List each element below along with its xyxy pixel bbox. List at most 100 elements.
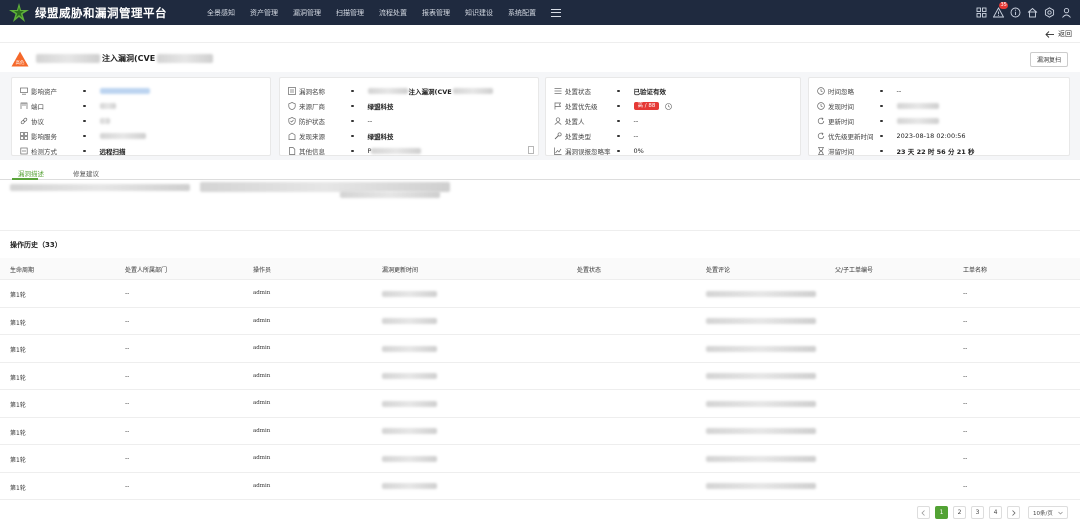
clock-icon bbox=[817, 87, 825, 95]
copy-icon[interactable] bbox=[528, 146, 534, 154]
cell-dept: -- bbox=[125, 427, 130, 435]
info-row-found-time: 发现时间 bbox=[817, 101, 939, 111]
cell-operator: admin bbox=[253, 482, 271, 489]
cell-dept: -- bbox=[125, 372, 130, 380]
redacted-text bbox=[99, 103, 116, 109]
user-icon bbox=[554, 117, 562, 125]
table-row[interactable]: 第1轮 -- admin -- bbox=[0, 363, 1080, 390]
nav-item-scan[interactable]: 扫描管理 bbox=[336, 8, 364, 18]
nav-item-knowledge[interactable]: 知识建设 bbox=[465, 8, 493, 18]
arrow-left-icon bbox=[1045, 30, 1054, 38]
home-icon[interactable] bbox=[1027, 7, 1038, 18]
separator-dot bbox=[351, 89, 354, 93]
nav-item-workflow[interactable]: 流程处置 bbox=[379, 8, 407, 18]
info-row-detect-method: 检测方式 远程扫描 bbox=[20, 146, 126, 156]
nav-item-reports[interactable]: 报表管理 bbox=[422, 8, 450, 18]
cell-comment bbox=[706, 373, 816, 380]
info-row-priority: 处置优先级 高 / 88 bbox=[554, 101, 673, 111]
table-row[interactable]: 第1轮 -- admin -- bbox=[0, 390, 1080, 418]
flag-icon bbox=[554, 102, 562, 110]
tab-fix-advice[interactable]: 修复建议 bbox=[73, 168, 99, 178]
table-row[interactable]: 第1轮 -- admin -- bbox=[0, 335, 1080, 363]
detail-tabs: 漏洞描述 修复建议 bbox=[0, 166, 1080, 180]
separator-dot bbox=[880, 89, 883, 93]
shield-icon bbox=[288, 102, 296, 110]
redacted-text bbox=[340, 191, 440, 198]
vuln-info-area: 影响资产 端口 协议 影响服务 检测方式 远程扫描 漏洞名称 注入漏洞(CVE … bbox=[0, 72, 1080, 160]
priority-badge: 高 / 88 bbox=[633, 102, 660, 110]
page-button[interactable]: 2 bbox=[953, 506, 966, 519]
column-header: 操作员 bbox=[253, 267, 272, 274]
separator-dot bbox=[880, 104, 883, 108]
list-icon bbox=[288, 87, 296, 95]
cell-cycle: 第1轮 bbox=[10, 374, 26, 382]
table-row[interactable]: 第1轮 -- admin -- bbox=[0, 308, 1080, 335]
ignore-time-value: -- bbox=[896, 87, 902, 95]
false-positive-value: 0% bbox=[633, 147, 644, 155]
rescan-vuln-button[interactable]: 漏洞复扫 bbox=[1029, 52, 1068, 67]
table-row[interactable]: 第1轮 -- admin -- bbox=[0, 473, 1080, 500]
info-row-vendor: 来源厂商 绿盟科技 bbox=[288, 101, 394, 111]
main-nav: 全景感知 资产管理 漏洞管理 扫描管理 流程处置 报表管理 知识建设 系统配置 bbox=[207, 0, 561, 25]
page-size-label: 10条/页 bbox=[1033, 510, 1053, 517]
clock-icon bbox=[817, 102, 825, 110]
priority-update-value: 2023-08-18 02:00:56 bbox=[896, 132, 966, 140]
refresh-icon bbox=[817, 117, 825, 125]
cell-cycle: 第1轮 bbox=[10, 292, 26, 299]
hamburger-menu-icon[interactable] bbox=[551, 8, 561, 17]
redacted-text bbox=[896, 118, 939, 124]
page-button[interactable]: 4 bbox=[989, 506, 1002, 519]
info-row-vuln-name: 漏洞名称 注入漏洞(CVE bbox=[288, 86, 493, 96]
cell-cycle: 第1轮 bbox=[10, 402, 26, 409]
next-page-button[interactable] bbox=[1007, 506, 1020, 519]
cell-update-time bbox=[382, 428, 437, 435]
cell-dept: -- bbox=[125, 345, 130, 352]
info-row-port: 端口 bbox=[20, 101, 116, 111]
alert-button[interactable]: 35 bbox=[992, 2, 1009, 18]
cell-dept: -- bbox=[125, 290, 130, 297]
separator-dot bbox=[83, 119, 86, 123]
info-label: 协议 bbox=[31, 118, 44, 126]
nav-item-system[interactable]: 系统配置 bbox=[508, 8, 536, 18]
page-size-select[interactable]: 10条/页 bbox=[1028, 506, 1068, 519]
refresh-icon bbox=[817, 132, 825, 140]
table-row[interactable]: 第1轮 -- admin -- bbox=[0, 445, 1080, 473]
apps-grid-icon[interactable] bbox=[976, 7, 987, 18]
page-button[interactable]: 3 bbox=[971, 506, 984, 519]
info-label: 检测方式 bbox=[31, 148, 57, 156]
separator-dot bbox=[351, 104, 354, 108]
cell-dept: -- bbox=[125, 482, 130, 490]
history-title: 操作历史（33） bbox=[10, 241, 62, 249]
settings-gear-icon[interactable] bbox=[1044, 7, 1055, 18]
back-button[interactable]: 返回 bbox=[1045, 29, 1072, 39]
nav-item-vulns[interactable]: 漏洞管理 bbox=[293, 8, 321, 18]
cell-comment bbox=[706, 345, 816, 352]
nav-item-overview[interactable]: 全景感知 bbox=[207, 8, 235, 18]
prev-page-button[interactable] bbox=[917, 506, 930, 519]
topbar-actions: 35 bbox=[970, 0, 1072, 25]
info-icon[interactable] bbox=[1010, 7, 1021, 18]
cell-cycle: 第1轮 bbox=[10, 457, 26, 464]
redacted-text bbox=[706, 400, 816, 407]
high-risk-level-icon: 高危 bbox=[11, 51, 29, 67]
scan-icon bbox=[20, 147, 28, 155]
table-row[interactable]: 第1轮 -- admin -- bbox=[0, 418, 1080, 445]
status-value: 已验证有效 bbox=[633, 88, 667, 96]
user-avatar-icon[interactable] bbox=[1061, 7, 1072, 18]
nav-item-assets[interactable]: 资产管理 bbox=[250, 8, 278, 18]
app-title: 绿盟威胁和漏洞管理平台 bbox=[35, 6, 167, 20]
vuln-title: 注入漏洞(CVE bbox=[36, 53, 214, 64]
redacted-text[interactable] bbox=[99, 88, 150, 94]
cell-ticket-name: -- bbox=[963, 345, 968, 352]
redacted-text bbox=[99, 118, 110, 124]
cell-ticket-name: -- bbox=[963, 455, 968, 462]
column-header: 工单名称 bbox=[963, 267, 988, 274]
top-navbar: 绿盟威胁和漏洞管理平台 全景感知 资产管理 漏洞管理 扫描管理 流程处置 报表管… bbox=[0, 0, 1080, 25]
page-button[interactable]: 1 bbox=[935, 506, 948, 519]
clock-icon[interactable] bbox=[665, 102, 673, 110]
redacted-text bbox=[452, 88, 493, 94]
table-row[interactable]: 第1轮 -- admin -- bbox=[0, 280, 1080, 308]
back-row: 返回 bbox=[0, 25, 1080, 43]
tab-description[interactable]: 漏洞描述 bbox=[18, 168, 44, 178]
chevron-left-icon bbox=[921, 509, 925, 516]
